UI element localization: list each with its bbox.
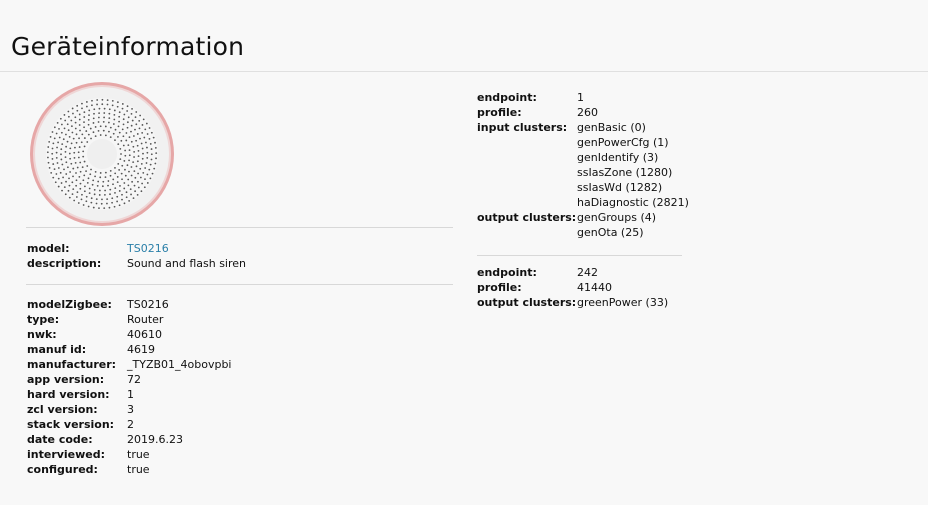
detail-row: date code: 2019.6.23 xyxy=(27,432,232,447)
detail-row: configured: true xyxy=(27,462,232,477)
input-cluster: genPowerCfg (1) xyxy=(577,136,669,149)
model-link[interactable]: TS0216 xyxy=(127,241,169,256)
detail-value: 3 xyxy=(127,403,134,416)
detail-label: zcl version: xyxy=(27,403,98,416)
detail-value: _TYZB01_4obovpbi xyxy=(127,358,232,371)
input-cluster: genBasic (0) xyxy=(577,121,646,134)
detail-value: 4619 xyxy=(127,343,155,356)
page-header: Geräteinformation xyxy=(0,0,928,72)
output-clusters-label: output clusters: xyxy=(477,296,577,309)
detail-label: manufacturer: xyxy=(27,358,117,371)
detail-label: modelZigbee: xyxy=(27,298,112,311)
output-cluster: genOta (25) xyxy=(577,226,644,239)
detail-value: true xyxy=(127,463,150,476)
endpoint-value: 242 xyxy=(577,266,598,279)
endpoint-label: endpoint: xyxy=(477,266,537,279)
detail-row: nwk: 40610 xyxy=(27,327,232,342)
endpoint-1: endpoint: 1 profile: 260 input clusters: ge… xyxy=(477,90,689,240)
detail-label: app version: xyxy=(27,373,105,386)
detail-row: stack version: 2 xyxy=(27,417,232,432)
device-summary: model: TS0216 description: Sound and fla… xyxy=(27,241,246,271)
detail-value: 72 xyxy=(127,373,141,386)
detail-row: type: Router xyxy=(27,312,232,327)
detail-row: manuf id: 4619 xyxy=(27,342,232,357)
input-cluster: haDiagnostic (2821) xyxy=(577,196,689,209)
detail-value: 2019.6.23 xyxy=(127,433,183,446)
detail-label: interviewed: xyxy=(27,448,106,461)
detail-label: configured: xyxy=(27,463,98,476)
endpoint-242: endpoint: 242 profile: 41440 output cluste… xyxy=(477,265,668,310)
detail-value: 40610 xyxy=(127,328,162,341)
profile-value: 260 xyxy=(577,106,598,119)
detail-label: nwk: xyxy=(27,328,57,341)
input-clusters-label: input clusters: xyxy=(477,121,568,134)
device-details: modelZigbee: TS0216 type: Router nwk: 40610 ma… xyxy=(27,297,232,477)
endpoint-label: endpoint: xyxy=(477,91,537,104)
model-row: model: TS0216 xyxy=(27,241,246,256)
profile-value: 41440 xyxy=(577,281,612,294)
input-cluster: genIdentify (3) xyxy=(577,151,659,164)
detail-row: manufacturer: _TYZB01_4obovpbi xyxy=(27,357,232,372)
input-cluster: ssIasWd (1282) xyxy=(577,181,663,194)
detail-label: stack version: xyxy=(27,418,115,431)
input-cluster: ssIasZone (1280) xyxy=(577,166,673,179)
detail-label: type: xyxy=(27,313,60,326)
output-clusters-label: output clusters: xyxy=(477,211,577,224)
detail-row: hard version: 1 xyxy=(27,387,232,402)
output-cluster: greenPower (33) xyxy=(577,296,669,309)
description-label: description: xyxy=(27,257,102,270)
detail-label: hard version: xyxy=(27,388,110,401)
detail-value: true xyxy=(127,448,150,461)
divider xyxy=(26,284,453,285)
page-title: Geräteinformation xyxy=(11,32,245,61)
siren-device-image xyxy=(30,82,174,226)
profile-label: profile: xyxy=(477,281,522,294)
profile-label: profile: xyxy=(477,106,522,119)
divider xyxy=(477,255,682,256)
description-row: description: Sound and flash siren xyxy=(27,256,246,271)
detail-row: interviewed: true xyxy=(27,447,232,462)
detail-value: 2 xyxy=(127,418,134,431)
output-cluster: genGroups (4) xyxy=(577,211,657,224)
detail-row: app version: 72 xyxy=(27,372,232,387)
detail-label: date code: xyxy=(27,433,93,446)
model-label: model: xyxy=(27,242,70,255)
detail-value: Router xyxy=(127,313,164,326)
detail-value: 1 xyxy=(127,388,134,401)
divider xyxy=(26,227,453,228)
detail-row: modelZigbee: TS0216 xyxy=(27,297,232,312)
detail-value: TS0216 xyxy=(127,298,169,311)
detail-label: manuf id: xyxy=(27,343,87,356)
endpoint-value: 1 xyxy=(577,91,584,104)
description-value: Sound and flash siren xyxy=(127,257,247,270)
detail-row: zcl version: 3 xyxy=(27,402,232,417)
